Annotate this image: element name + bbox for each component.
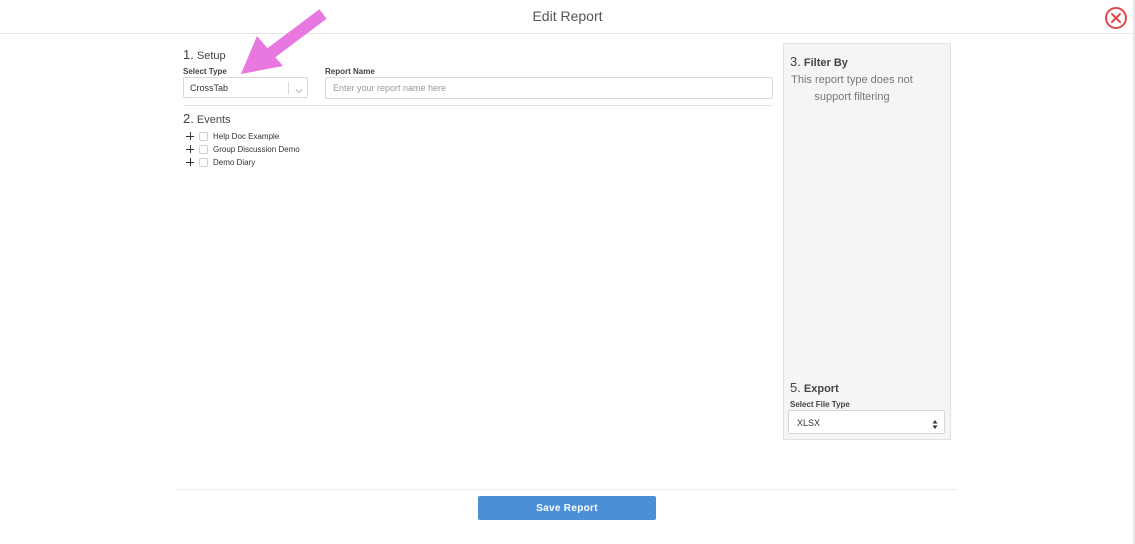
select-type-label: Select Type	[183, 67, 227, 76]
event-checkbox[interactable]	[199, 131, 208, 141]
filter-heading-label: Filter By	[803, 57, 848, 69]
event-label: Help Doc Example	[213, 131, 280, 141]
event-item: Help Doc Example	[186, 130, 279, 142]
select-type-dropdown[interactable]: CrossTab	[183, 77, 308, 98]
modal-header: Edit Report	[0, 0, 1135, 34]
events-number: 2.	[183, 111, 194, 126]
modal-title: Edit Report	[532, 8, 603, 24]
filter-heading: 3. Filter By	[790, 54, 848, 69]
event-checkbox[interactable]	[199, 144, 208, 154]
event-item: Demo Diary	[186, 156, 255, 168]
events-heading: 2. Events	[183, 111, 231, 126]
edit-report-modal: Edit Report 1. Setup Select Type CrossTa…	[0, 0, 1135, 544]
section-divider	[183, 105, 773, 106]
select-type-value: CrossTab	[190, 83, 229, 93]
expand-plus-icon[interactable]	[186, 132, 194, 140]
expand-plus-icon[interactable]	[186, 145, 194, 153]
close-icon[interactable]	[1104, 6, 1128, 30]
filter-number: 3.	[790, 54, 801, 69]
up-down-chevron-icon	[932, 417, 938, 429]
export-number: 5.	[790, 380, 801, 395]
save-report-button[interactable]: Save Report	[478, 496, 656, 520]
export-heading-label: Export	[803, 383, 839, 395]
event-item: Group Discussion Demo	[186, 143, 300, 155]
footer-divider	[176, 489, 958, 490]
select-separator	[288, 82, 289, 94]
file-type-value: XLSX	[797, 418, 821, 428]
chevron-down-icon[interactable]	[294, 83, 304, 94]
setup-heading: 1. Setup	[183, 47, 226, 62]
setup-number: 1.	[183, 47, 194, 62]
report-name-input[interactable]	[325, 77, 773, 99]
file-type-select[interactable]: XLSX	[788, 410, 945, 434]
setup-heading-label: Setup	[196, 50, 226, 62]
expand-plus-icon[interactable]	[186, 158, 194, 166]
filter-note: This report type does not support filter…	[791, 74, 913, 103]
events-heading-label: Events	[196, 114, 231, 126]
file-type-label: Select File Type	[790, 400, 850, 409]
event-label: Demo Diary	[213, 157, 256, 167]
arrow-annotation	[235, 8, 330, 78]
export-heading: 5. Export	[790, 380, 839, 395]
event-label: Group Discussion Demo	[213, 144, 300, 154]
report-name-label: Report Name	[325, 67, 375, 76]
event-checkbox[interactable]	[199, 157, 208, 167]
